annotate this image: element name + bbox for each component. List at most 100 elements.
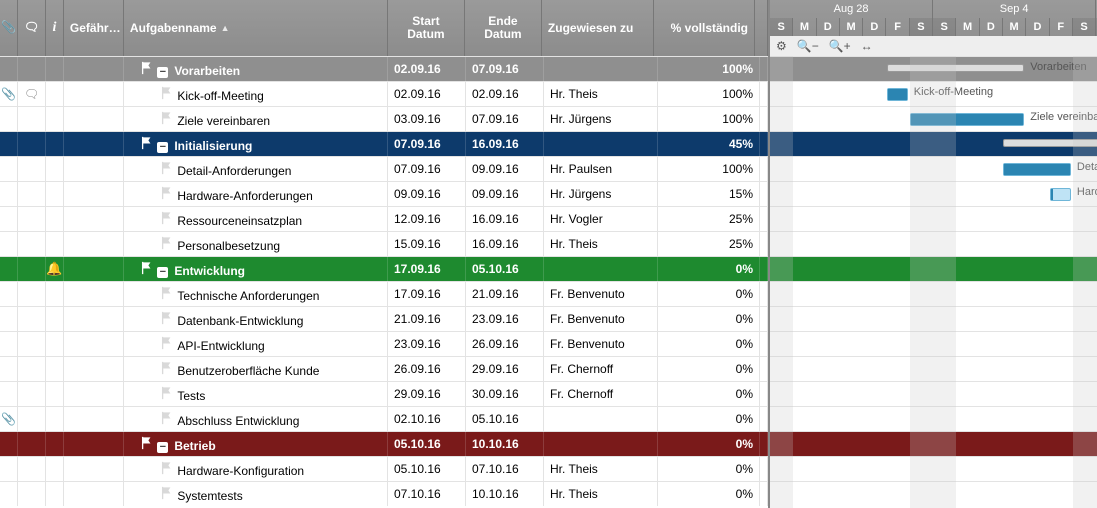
end-cell[interactable]: 10.10.16	[466, 432, 544, 456]
task-row[interactable]: Personalbesetzung15.09.1616.09.16Hr. The…	[0, 231, 768, 256]
gantt-task-row[interactable]	[770, 406, 1097, 431]
start-cell[interactable]: 12.09.16	[388, 207, 466, 231]
task-row[interactable]: Datenbank-Entwicklung21.09.1623.09.16Fr.…	[0, 306, 768, 331]
collapse-icon[interactable]: −	[157, 142, 168, 153]
gantt-task-row[interactable]	[770, 231, 1097, 256]
gantt-task-row[interactable]: Detail-A	[770, 156, 1097, 181]
pct-cell[interactable]: 0%	[658, 307, 760, 331]
name-cell[interactable]: −Entwicklung	[124, 257, 388, 281]
gantt-group-row[interactable]: Vorarbeiten	[770, 56, 1097, 81]
assigned-cell[interactable]	[544, 407, 658, 431]
assigned-cell[interactable]: Hr. Theis	[544, 232, 658, 256]
start-cell[interactable]: 15.09.16	[388, 232, 466, 256]
start-cell[interactable]: 09.09.16	[388, 182, 466, 206]
end-cell[interactable]: 05.10.16	[466, 407, 544, 431]
name-cell[interactable]: Abschluss Entwicklung	[124, 407, 388, 431]
zoom-in-icon[interactable]: 🔍+	[829, 39, 851, 53]
end-cell[interactable]: 07.10.16	[466, 457, 544, 481]
name-cell[interactable]: −Vorarbeiten	[124, 57, 388, 81]
end-cell[interactable]: 07.09.16	[466, 57, 544, 81]
end-cell[interactable]: 30.09.16	[466, 382, 544, 406]
assigned-cell[interactable]: Hr. Theis	[544, 82, 658, 106]
col-assigned[interactable]: Zugewiesen zu	[542, 0, 654, 56]
name-cell[interactable]: Hardware-Konfiguration	[124, 457, 388, 481]
gantt-group-row[interactable]	[770, 256, 1097, 281]
assigned-cell[interactable]: Hr. Theis	[544, 482, 658, 506]
assigned-cell[interactable]: Hr. Paulsen	[544, 157, 658, 181]
assigned-cell[interactable]: Fr. Chernoff	[544, 357, 658, 381]
gantt-task-row[interactable]	[770, 331, 1097, 356]
group-row[interactable]: −Initialisierung07.09.1616.09.1645%	[0, 131, 768, 156]
gantt-group-row[interactable]	[770, 131, 1097, 156]
gantt-task-row[interactable]	[770, 381, 1097, 406]
assigned-cell[interactable]: Fr. Benvenuto	[544, 282, 658, 306]
start-cell[interactable]: 17.09.16	[388, 282, 466, 306]
pct-cell[interactable]: 0%	[658, 457, 760, 481]
pct-cell[interactable]: 100%	[658, 57, 760, 81]
end-cell[interactable]: 21.09.16	[466, 282, 544, 306]
gantt-chart[interactable]: Aug 28Sep 4 SMDMDFSSMDMDFSS ⚙ 🔍− 🔍+ ↔ Vo…	[768, 0, 1097, 508]
task-row[interactable]: API-Entwicklung23.09.1626.09.16Fr. Benve…	[0, 331, 768, 356]
start-cell[interactable]: 07.10.16	[388, 482, 466, 506]
task-row[interactable]: Technische Anforderungen17.09.1621.09.16…	[0, 281, 768, 306]
name-cell[interactable]: Detail-Anforderungen	[124, 157, 388, 181]
gantt-summary-bar[interactable]	[1003, 139, 1097, 147]
start-cell[interactable]: 21.09.16	[388, 307, 466, 331]
pct-cell[interactable]: 15%	[658, 182, 760, 206]
name-cell[interactable]: API-Entwicklung	[124, 332, 388, 356]
end-cell[interactable]: 07.09.16	[466, 107, 544, 131]
assigned-cell[interactable]: Hr. Theis	[544, 457, 658, 481]
start-cell[interactable]: 02.09.16	[388, 57, 466, 81]
bell-icon[interactable]: 🔔	[46, 261, 62, 277]
gear-icon[interactable]: ⚙	[776, 39, 787, 53]
name-cell[interactable]: Ressourceneinsatzplan	[124, 207, 388, 231]
start-cell[interactable]: 02.10.16	[388, 407, 466, 431]
name-cell[interactable]: Hardware-Anforderungen	[124, 182, 388, 206]
name-cell[interactable]: Datenbank-Entwicklung	[124, 307, 388, 331]
start-cell[interactable]: 02.09.16	[388, 82, 466, 106]
assigned-cell[interactable]: Hr. Vogler	[544, 207, 658, 231]
group-row[interactable]: −Betrieb05.10.1610.10.160%	[0, 431, 768, 456]
gantt-summary-bar[interactable]	[887, 64, 1025, 72]
pct-cell[interactable]: 0%	[658, 482, 760, 506]
pct-cell[interactable]: 100%	[658, 107, 760, 131]
paperclip-icon[interactable]: 📎	[1, 87, 16, 101]
timeline-body[interactable]: VorarbeitenKick-off-MeetingZiele vereinb…	[770, 56, 1097, 506]
pct-cell[interactable]: 0%	[658, 257, 760, 281]
end-cell[interactable]: 16.09.16	[466, 207, 544, 231]
gantt-task-row[interactable]: Kick-off-Meeting	[770, 81, 1097, 106]
task-row[interactable]: 📎 Abschluss Entwicklung02.10.1605.10.160…	[0, 406, 768, 431]
name-cell[interactable]: Benutzeroberfläche Kunde	[124, 357, 388, 381]
start-cell[interactable]: 23.09.16	[388, 332, 466, 356]
gantt-task-row[interactable]	[770, 481, 1097, 506]
start-cell[interactable]: 29.09.16	[388, 382, 466, 406]
start-cell[interactable]: 03.09.16	[388, 107, 466, 131]
end-cell[interactable]: 09.09.16	[466, 157, 544, 181]
collapse-icon[interactable]: −	[157, 442, 168, 453]
name-cell[interactable]: Tests	[124, 382, 388, 406]
assigned-cell[interactable]: Fr. Chernoff	[544, 382, 658, 406]
col-risk[interactable]: Gefähr…	[64, 0, 124, 56]
col-end[interactable]: Ende Datum	[465, 0, 542, 56]
start-cell[interactable]: 07.09.16	[388, 132, 466, 156]
assigned-cell[interactable]	[544, 132, 658, 156]
col-pct[interactable]: % vollständig	[654, 0, 755, 56]
assigned-cell[interactable]	[544, 432, 658, 456]
zoom-out-icon[interactable]: 🔍−	[797, 39, 819, 53]
name-cell[interactable]: Ziele vereinbaren	[124, 107, 388, 131]
task-row[interactable]: Hardware-Anforderungen09.09.1609.09.16Hr…	[0, 181, 768, 206]
end-cell[interactable]: 23.09.16	[466, 307, 544, 331]
gantt-task-bar[interactable]	[1003, 163, 1071, 176]
task-row[interactable]: Systemtests07.10.1610.10.16Hr. Theis0%	[0, 481, 768, 506]
pct-cell[interactable]: 100%	[658, 157, 760, 181]
collapse-icon[interactable]: −	[157, 267, 168, 278]
task-row[interactable]: Ziele vereinbaren03.09.1607.09.16Hr. Jür…	[0, 106, 768, 131]
pct-cell[interactable]: 100%	[658, 82, 760, 106]
pct-cell[interactable]: 0%	[658, 282, 760, 306]
name-cell[interactable]: Technische Anforderungen	[124, 282, 388, 306]
gantt-task-row[interactable]	[770, 456, 1097, 481]
name-cell[interactable]: Personalbesetzung	[124, 232, 388, 256]
end-cell[interactable]: 16.09.16	[466, 132, 544, 156]
col-info[interactable]: i	[46, 0, 64, 56]
task-row[interactable]: Ressourceneinsatzplan12.09.1616.09.16Hr.…	[0, 206, 768, 231]
